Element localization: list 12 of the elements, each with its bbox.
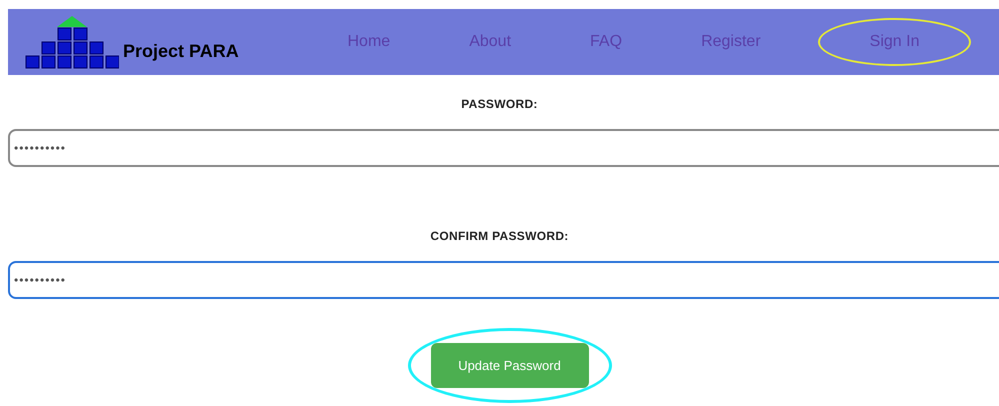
pyramid-logo-icon xyxy=(25,15,119,69)
nav-link[interactable]: Register xyxy=(681,20,781,64)
nav-link[interactable]: FAQ xyxy=(570,20,642,64)
nav-link[interactable]: Home xyxy=(328,20,410,64)
field-label: PASSWORD: xyxy=(461,96,538,113)
logo-text: Project PARA xyxy=(123,40,239,63)
password-field[interactable]: •••••••••• xyxy=(8,129,999,167)
nav-link[interactable]: About xyxy=(449,20,532,64)
update-password-button[interactable]: Update Password xyxy=(430,343,588,388)
field-label: CONFIRM PASSWORD: xyxy=(430,228,569,245)
nav-link[interactable]: Sign In xyxy=(820,20,970,64)
password-field[interactable]: •••••••••• xyxy=(8,261,999,299)
